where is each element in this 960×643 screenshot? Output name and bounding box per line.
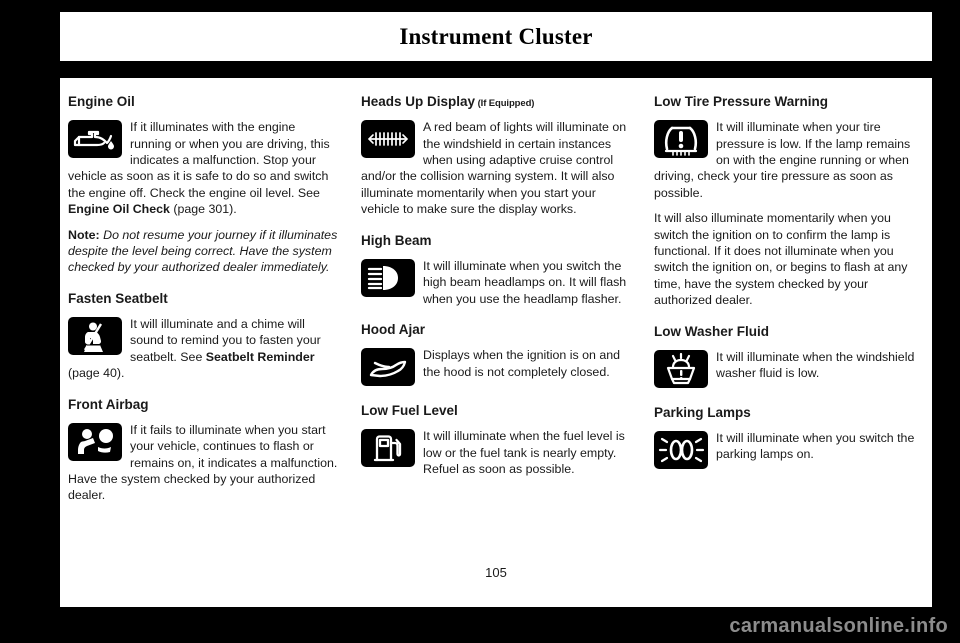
text-run: It will illuminate when the windshield w… [716, 349, 915, 381]
section-title-text: Heads Up Display [361, 94, 476, 109]
section-low-fuel-level: Low Fuel Level It will illuminate when t… [361, 403, 631, 477]
section-hood-ajar: Hood Ajar Displays when the ignition is … [361, 322, 631, 388]
section-title-fasten-seatbelt: Fasten Seatbelt [68, 291, 338, 307]
section-title-text: Parking Lamps [654, 404, 751, 420]
text-run: Engine Oil Check [68, 202, 170, 217]
heads-up-display-icon [361, 120, 415, 159]
section-title-text: Fasten Seatbelt [68, 290, 168, 306]
column-3: Low Tire Pressure Warning It will illumi… [654, 94, 924, 554]
fuel-pump-icon [361, 429, 415, 468]
text-run: Displays when the ignition is on and the… [423, 348, 620, 379]
text-run: Seatbelt Reminder [205, 349, 315, 364]
seatbelt-icon [68, 317, 122, 356]
section-high-beam: High Beam It will illuminate when you sw… [361, 233, 631, 307]
text-run: It will illuminate when you switch the h… [423, 258, 627, 306]
column-2: Heads Up Display (If Equipped) A red bea… [361, 94, 631, 554]
high-beam-icon [361, 258, 415, 297]
page-sheet: Engine Oil If it illuminates with the en… [60, 78, 932, 607]
section-low-tire-pressure-warning: Low Tire Pressure Warning It will illumi… [654, 94, 924, 309]
column-1: Engine Oil If it illuminates with the en… [68, 94, 338, 554]
section-heads-up-display: Heads Up Display (If Equipped) A red bea… [361, 94, 631, 218]
section-title-text: Low Washer Fluid [654, 323, 770, 339]
section-parking-lamps: Parking Lamps It will illuminate when yo… [654, 405, 924, 471]
text-run: It will also illuminate momentarily when… [654, 211, 908, 308]
hood-ajar-icon [361, 348, 415, 387]
manual-page: Instrument Cluster Engine Oil If it illu… [0, 0, 960, 643]
text-run: (page 301). [169, 202, 237, 217]
text-run: Note: [68, 227, 100, 242]
section-title-low-washer-fluid: Low Washer Fluid [654, 324, 924, 340]
section-title-text: High Beam [361, 232, 432, 248]
tire-pressure-icon [654, 120, 708, 159]
page-title: Instrument Cluster [399, 23, 593, 49]
section-fasten-seatbelt: Fasten Seatbelt It will illuminate and a… [68, 291, 338, 382]
section-engine-oil: Engine Oil If it illuminates with the en… [68, 94, 338, 276]
section-title-text: Low Tire Pressure Warning [654, 94, 829, 109]
section-title-front-airbag: Front Airbag [68, 397, 338, 413]
section-title-heads-up-display: Heads Up Display (If Equipped) [361, 94, 631, 110]
engine-oil-note: Note: Do not resume your journey if it i… [68, 227, 338, 276]
section-title-text: Low Fuel Level [361, 403, 458, 419]
site-watermark: carmanualsonline.info [729, 615, 948, 637]
section-title-engine-oil: Engine Oil [68, 94, 338, 110]
text-run: It will illuminate when you switch the p… [716, 431, 915, 462]
section-front-airbag: Front Airbag If it fails to illuminate w… [68, 397, 338, 504]
text-run: (page 40). [68, 366, 125, 381]
section-title-text: Front Airbag [68, 396, 149, 412]
content-columns: Engine Oil If it illuminates with the en… [64, 94, 928, 554]
parking-lamps-icon [654, 431, 708, 470]
if-equipped-label: (If Equipped) [475, 98, 535, 109]
page-number: 105 [485, 565, 507, 580]
section-title-hood-ajar: Hood Ajar [361, 322, 631, 338]
section-title-text: Engine Oil [68, 94, 135, 109]
section-title-low-fuel-level: Low Fuel Level [361, 403, 631, 419]
section-title-high-beam: High Beam [361, 233, 631, 249]
section-low-washer-fluid: Low Washer Fluid It will illuminate when… [654, 324, 924, 390]
low-tire-pressure-body-2: It will also illuminate momentarily when… [654, 210, 924, 308]
section-title-low-tire-pressure-warning: Low Tire Pressure Warning [654, 94, 924, 110]
chapter-header: Instrument Cluster [60, 12, 932, 61]
washer-fluid-icon [654, 349, 708, 388]
section-title-parking-lamps: Parking Lamps [654, 405, 924, 421]
text-run: Do not resume your journey if it illumin… [68, 227, 338, 275]
engine-oil-icon [68, 120, 122, 159]
text-run: It will illuminate when the fuel level i… [423, 429, 625, 477]
airbag-icon [68, 422, 122, 461]
section-title-text: Hood Ajar [361, 322, 425, 338]
